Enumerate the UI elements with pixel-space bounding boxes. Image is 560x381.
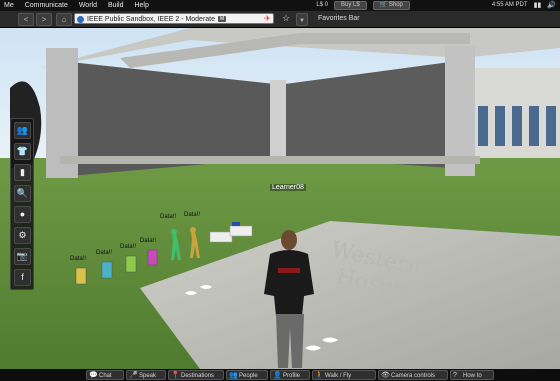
clock: 4:55 AM PDT bbox=[491, 2, 528, 8]
main-menu: Me Communicate World Build Help bbox=[4, 0, 158, 11]
data-bottle[interactable] bbox=[75, 267, 87, 285]
chat-button[interactable]: 💬 Chat bbox=[86, 370, 124, 380]
eye-icon: 👁 bbox=[381, 372, 390, 379]
no-build-icon: ✈ bbox=[264, 14, 271, 23]
pause-icon[interactable]: ▮▮ bbox=[534, 0, 542, 11]
people-icon: 👥 bbox=[229, 372, 238, 379]
shop-button[interactable]: 🛒 Shop bbox=[372, 1, 410, 10]
data-bottle[interactable] bbox=[147, 249, 158, 266]
settings-icon[interactable]: ⚙ bbox=[14, 227, 31, 244]
avatar-name-tag: Learner08 bbox=[270, 184, 306, 191]
location-field[interactable]: IEEE Public Sandbox, IEEE 2 - Moderate M bbox=[74, 13, 274, 24]
profile-label: Profile bbox=[283, 373, 301, 379]
bed-pillow bbox=[232, 222, 240, 226]
inventory-icon[interactable]: ▮ bbox=[14, 164, 31, 181]
pin-icon: 📍 bbox=[171, 372, 180, 379]
favorite-star-icon[interactable]: ☆ bbox=[282, 13, 290, 24]
figure-head bbox=[190, 227, 196, 233]
profile-button[interactable]: 👤 Profile bbox=[270, 370, 310, 380]
walk-fly-button[interactable]: 🚶 Walk / Fly bbox=[312, 370, 376, 380]
chat-icon: 💬 bbox=[89, 372, 98, 379]
back-button[interactable]: < bbox=[18, 13, 34, 26]
status-area: L$ 0 Buy L$ 🛒 Shop 4:55 AM PDT ▮▮ 🔊 bbox=[316, 0, 556, 11]
search-icon[interactable]: 🔍 bbox=[14, 185, 31, 202]
chevron-down-icon: ▼ bbox=[299, 18, 305, 24]
places-icon[interactable]: ● bbox=[14, 206, 31, 223]
hospital-bed[interactable] bbox=[229, 225, 253, 237]
data-label: Data!! bbox=[120, 244, 137, 250]
window bbox=[529, 106, 539, 146]
data-label: Data!! bbox=[70, 256, 87, 262]
volume-icon[interactable]: 🔊 bbox=[547, 0, 556, 11]
appearance-icon[interactable]: 👕 bbox=[14, 143, 31, 160]
microphone-icon: 🎤 bbox=[129, 372, 138, 379]
menu-world[interactable]: World bbox=[79, 2, 97, 9]
howto-label: How to bbox=[463, 373, 482, 379]
menu-build[interactable]: Build bbox=[108, 2, 124, 9]
people-icon[interactable]: 👥 bbox=[14, 122, 31, 139]
destinations-label: Destinations bbox=[181, 373, 215, 379]
avatar-shirt-stripe bbox=[278, 268, 300, 273]
snapshot-icon[interactable]: 📷 bbox=[14, 248, 31, 265]
data-label: Data!! bbox=[140, 238, 157, 244]
profile-icon: 👤 bbox=[273, 372, 282, 379]
side-toolbar: 👥 👕 ▮ 🔍 ● ⚙ 📷 f bbox=[10, 118, 34, 290]
window bbox=[546, 106, 556, 146]
maturity-badge: M bbox=[218, 16, 227, 22]
destinations-button[interactable]: 📍 Destinations bbox=[168, 370, 224, 380]
people-button[interactable]: 👥 People bbox=[226, 370, 268, 380]
menu-communicate[interactable]: Communicate bbox=[25, 2, 68, 9]
menu-help[interactable]: Help bbox=[134, 2, 148, 9]
howto-button[interactable]: ? How to bbox=[450, 370, 494, 380]
speak-button[interactable]: 🎤 Speak bbox=[126, 370, 166, 380]
globe-icon bbox=[77, 16, 84, 23]
cart-icon: 🛒 bbox=[379, 2, 388, 8]
balance: L$ 0 bbox=[316, 2, 329, 8]
data-bottle[interactable] bbox=[101, 261, 113, 279]
walk-fly-label: Walk / Fly bbox=[325, 373, 352, 379]
menu-me[interactable]: Me bbox=[4, 2, 14, 9]
walk-icon: 🚶 bbox=[315, 372, 324, 379]
speak-label: Speak bbox=[139, 373, 157, 379]
facebook-icon[interactable]: f bbox=[14, 269, 31, 286]
data-bottle[interactable] bbox=[125, 255, 137, 273]
navigation-bar: < > ⌂ IEEE Public Sandbox, IEEE 2 - Mode… bbox=[0, 11, 560, 28]
top-menu-bar: Me Communicate World Build Help L$ 0 Buy… bbox=[0, 0, 560, 11]
data-label: Data!! bbox=[96, 250, 113, 256]
home-button[interactable]: ⌂ bbox=[56, 13, 72, 26]
window bbox=[478, 106, 488, 146]
avatar-head bbox=[281, 230, 297, 250]
chat-label: Chat bbox=[99, 373, 112, 379]
camera-controls-button[interactable]: 👁 Camera controls bbox=[378, 370, 448, 380]
wall-base bbox=[60, 156, 480, 164]
buy-currency-button[interactable]: Buy L$ bbox=[334, 1, 367, 10]
shop-label: Shop bbox=[388, 2, 403, 8]
people-label: People bbox=[239, 373, 258, 379]
favorites-bar: Favorites Bar bbox=[318, 15, 360, 22]
hospital-bed[interactable] bbox=[209, 231, 233, 243]
figure-head bbox=[171, 229, 177, 235]
bottom-toolbar: 💬 Chat 🎤 Speak 📍 Destinations 👥 People 👤 Prof… bbox=[0, 369, 560, 381]
location-text: IEEE Public Sandbox, IEEE 2 - Moderate bbox=[87, 16, 216, 23]
location-dropdown-button[interactable]: ▼ bbox=[296, 13, 308, 26]
help-icon: ? bbox=[453, 372, 457, 379]
pillar-center bbox=[270, 80, 286, 160]
window bbox=[495, 106, 505, 146]
scene-render: Western Hospital bbox=[0, 28, 560, 369]
forward-button[interactable]: > bbox=[36, 13, 52, 26]
camera-label: Camera controls bbox=[391, 373, 436, 379]
data-label: Data!! bbox=[184, 212, 201, 218]
data-label: Data!! bbox=[160, 214, 177, 220]
world-viewport[interactable]: Western Hospital Learner08 Data!! Data!!… bbox=[0, 28, 560, 369]
window bbox=[512, 106, 522, 146]
